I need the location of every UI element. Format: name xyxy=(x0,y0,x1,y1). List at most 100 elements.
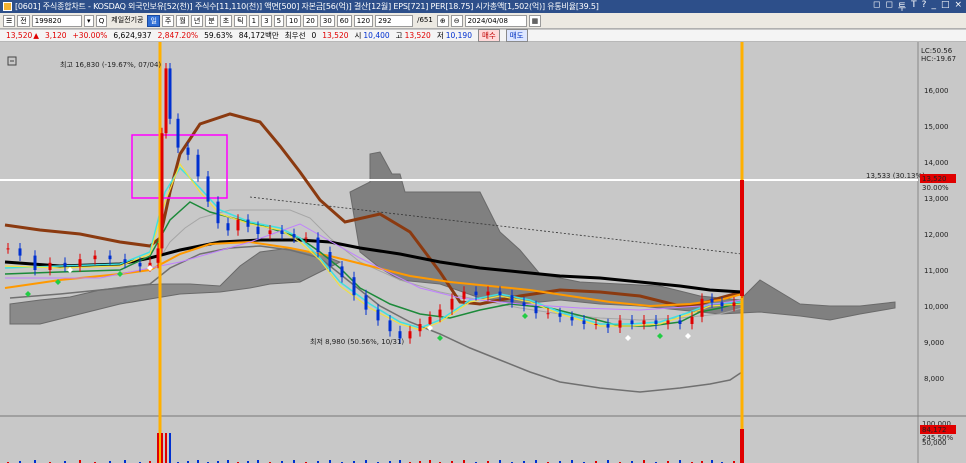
price-tick-label: 12,000 xyxy=(924,231,949,239)
candle-body xyxy=(690,316,694,324)
candle-body xyxy=(292,234,296,238)
price-chart[interactable]: 13,533 (30.13%) 최고 16,830 (-19.67%, 07/0… xyxy=(0,42,966,463)
candle-body xyxy=(78,259,82,267)
minimize-icon[interactable]: _ xyxy=(931,0,936,13)
candle-body xyxy=(316,237,320,252)
candle-body xyxy=(18,248,22,256)
menu-icon[interactable]: ☰ xyxy=(3,14,16,27)
turnover: 59.63% xyxy=(204,31,233,40)
candle-body xyxy=(570,316,574,321)
candle-body xyxy=(186,147,190,155)
candle-body xyxy=(450,298,454,310)
candle-body xyxy=(156,248,160,263)
stock-code-input[interactable]: 199820 xyxy=(31,14,82,27)
candle-body xyxy=(606,324,610,328)
trade-value: 84,172백만 xyxy=(238,31,279,40)
text-icon[interactable]: T xyxy=(911,0,917,13)
price-axis-panel xyxy=(918,42,966,463)
price-tick-label: 16,000 xyxy=(924,87,949,95)
candle-body xyxy=(196,154,200,177)
candle-body xyxy=(428,316,432,324)
buy-button[interactable]: 매수 xyxy=(477,29,500,42)
restore-icon[interactable]: ◻ xyxy=(873,0,880,13)
window-controls: ◻ ◻ 투 T ? _ □ × xyxy=(873,0,962,13)
candle-body xyxy=(268,230,272,234)
volume-bar xyxy=(161,433,163,463)
candle-body xyxy=(546,313,550,315)
candle-body xyxy=(462,291,466,299)
candle-body xyxy=(678,320,682,324)
period-daily-button[interactable]: 일 xyxy=(147,14,160,27)
period-second-button[interactable]: 초 xyxy=(219,14,233,27)
candle-body xyxy=(510,295,514,303)
candle-body xyxy=(176,118,180,148)
volume-badge-text: 84,172 xyxy=(922,426,947,434)
candle-body xyxy=(123,259,127,263)
price-tick-label: 8,000 xyxy=(924,375,944,383)
zoom-in-icon[interactable]: ⊕ xyxy=(436,14,449,27)
market-select[interactable]: 전 xyxy=(17,14,30,27)
candle-body xyxy=(418,324,422,332)
interval-20-button[interactable]: 20 xyxy=(302,14,318,27)
interval-5-button[interactable]: 5 xyxy=(273,14,285,27)
date-input[interactable]: 2024/04/08 xyxy=(464,14,527,27)
zoom-out-icon[interactable]: ⊖ xyxy=(450,14,463,27)
candle-body xyxy=(666,320,670,324)
candle-body xyxy=(534,306,538,314)
maximize-icon[interactable]: □ xyxy=(941,0,950,13)
candle-body xyxy=(498,291,502,296)
stock-name: 제일전기공 xyxy=(109,14,146,27)
low-annotation: 최저 8,980 (50.56%, 10/31) xyxy=(310,337,404,346)
open-label: 시 xyxy=(354,31,362,40)
candle-body xyxy=(93,255,97,260)
period-tick-button[interactable]: 틱 xyxy=(234,14,247,27)
last-candle-body xyxy=(740,180,744,296)
interval-60-button[interactable]: 60 xyxy=(336,14,352,27)
price-change-pct: +30.00% xyxy=(72,31,108,40)
period-weekly-button[interactable]: 주 xyxy=(161,14,175,27)
lc-label: LC:50.56 xyxy=(921,47,953,55)
candle-body xyxy=(486,291,490,296)
current-price: 13,520 xyxy=(6,31,33,40)
period-yearly-button[interactable]: 년 xyxy=(190,14,204,27)
tile-icon[interactable]: ◻ xyxy=(885,0,892,13)
candle-body xyxy=(304,237,308,239)
sell-button[interactable]: 매도 xyxy=(505,29,528,42)
window-titlebar: [0601] 주식종합차트 - KOSDAQ 외국인보유[52(천)] 주식수[… xyxy=(0,0,966,13)
volume-ratio: 2,847.20% xyxy=(157,31,199,40)
low-price: 10,190 xyxy=(445,31,472,40)
window-title: [0601] 주식종합차트 - KOSDAQ 외국인보유[52(천)] 주식수[… xyxy=(15,2,599,11)
interval-3-button[interactable]: 3 xyxy=(261,14,272,27)
volume-bar xyxy=(169,433,171,463)
calendar-icon[interactable]: ▦ xyxy=(528,14,542,27)
volume: 6,624,937 xyxy=(113,31,152,40)
candle-body xyxy=(364,295,368,310)
candle-body xyxy=(164,68,168,134)
help-icon[interactable]: ? xyxy=(922,0,927,13)
current-pct-badge-text: 30.00% xyxy=(922,184,949,192)
chevron-down-icon[interactable]: ▾ xyxy=(83,14,94,27)
interval-1-button[interactable]: 1 xyxy=(248,14,260,27)
candle-body xyxy=(160,133,164,249)
candle-body xyxy=(352,277,356,296)
candle-body xyxy=(6,248,10,250)
candle-body xyxy=(618,320,622,328)
invest-icon[interactable]: 투 xyxy=(898,0,906,13)
candle-body xyxy=(138,262,142,267)
candle-body xyxy=(48,262,52,270)
period-monthly-button[interactable]: 월 xyxy=(176,14,189,27)
interval-30-button[interactable]: 30 xyxy=(319,14,335,27)
bar-count-input[interactable]: 292 xyxy=(375,14,414,27)
candle-body xyxy=(594,324,598,325)
interval-120-button[interactable]: 120 xyxy=(353,14,374,27)
candle-body xyxy=(216,201,220,224)
candle-body xyxy=(328,252,332,267)
period-minute-button[interactable]: 분 xyxy=(205,14,218,27)
search-icon[interactable]: Q xyxy=(95,14,108,27)
candle-body xyxy=(226,223,230,231)
toolbar: ☰ 전 199820 ▾ Q 제일전기공 일 주 월 년 분 초 틱 1 3 5… xyxy=(0,13,966,29)
close-icon[interactable]: × xyxy=(954,0,962,13)
last-price: 13,520 xyxy=(322,31,349,40)
interval-10-button[interactable]: 10 xyxy=(286,14,301,27)
candle-body xyxy=(558,313,562,317)
